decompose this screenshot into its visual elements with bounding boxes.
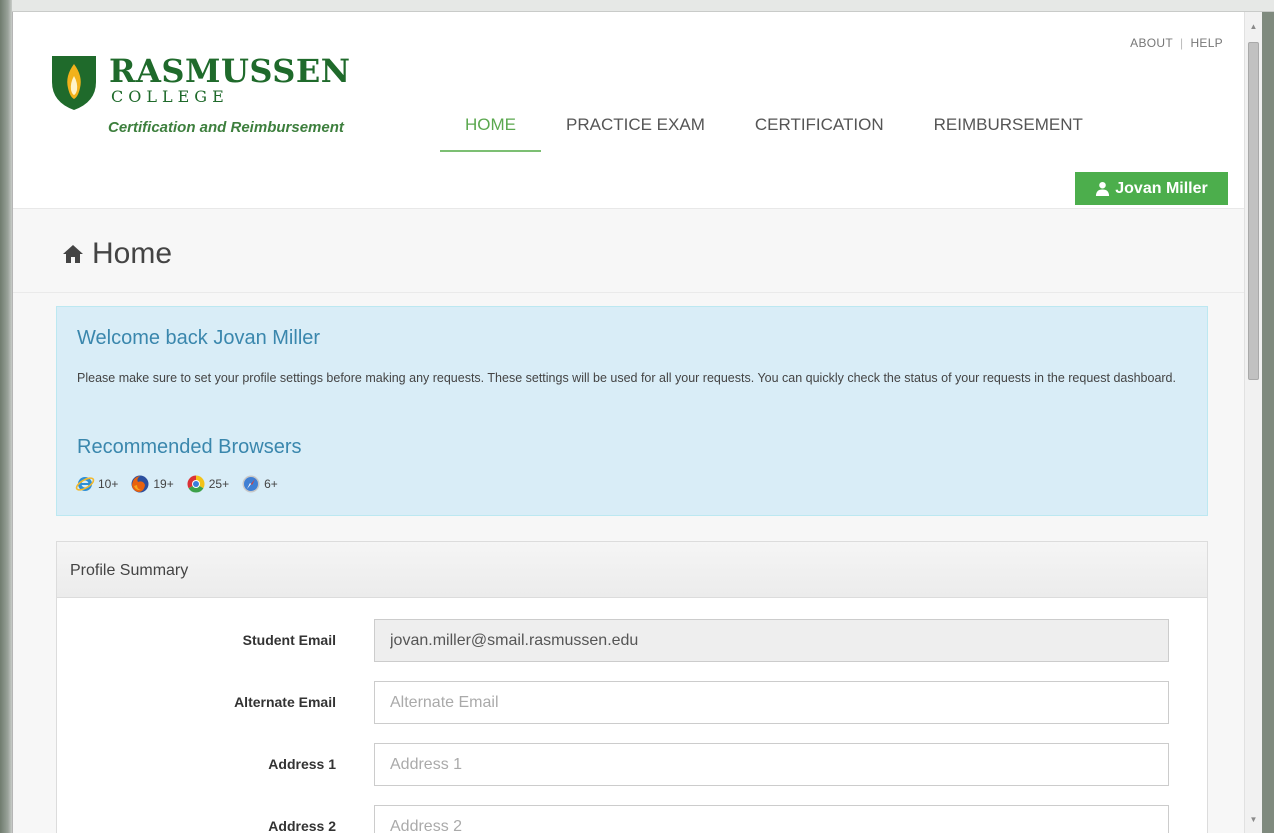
user-menu-button[interactable]: Jovan Miller bbox=[1075, 172, 1228, 205]
browser-frame-top bbox=[0, 0, 1274, 12]
student-email-label: Student Email bbox=[242, 632, 336, 648]
ie-version: 10+ bbox=[98, 477, 119, 491]
user-icon bbox=[1096, 181, 1110, 196]
internet-explorer-icon bbox=[75, 477, 95, 491]
scrollbar-thumb[interactable] bbox=[1248, 42, 1259, 380]
logo-subtext: COLLEGE bbox=[111, 87, 229, 106]
vertical-scrollbar[interactable]: ▲ ▼ bbox=[1244, 12, 1262, 833]
recommended-browsers-heading: Recommended Browsers bbox=[77, 436, 302, 458]
firefox-icon bbox=[131, 475, 149, 493]
browser-frame-left bbox=[0, 0, 12, 833]
form-row-student-email: Student Email bbox=[57, 619, 1207, 663]
form-row-alternate-email: Alternate Email bbox=[57, 681, 1207, 725]
link-separator: | bbox=[1180, 36, 1184, 50]
address-1-field[interactable] bbox=[374, 743, 1169, 786]
safari-version: 6+ bbox=[264, 477, 278, 491]
rasmussen-shield-logo-icon[interactable] bbox=[49, 52, 99, 112]
chrome-version: 25+ bbox=[208, 477, 230, 491]
panel-heading: Profile Summary bbox=[57, 542, 1207, 598]
nav-certification[interactable]: CERTIFICATION bbox=[730, 110, 909, 152]
page-title: Home bbox=[92, 237, 173, 270]
safari-icon bbox=[242, 475, 260, 493]
browser-item-ie: 10+ bbox=[75, 474, 118, 494]
chrome-icon bbox=[187, 475, 205, 493]
form-row-address-2: Address 2 bbox=[57, 805, 1207, 833]
page: ABOUT | HELP RASMUSSEN COLLEGE Certificati… bbox=[13, 12, 1245, 833]
address-2-field[interactable] bbox=[374, 805, 1169, 833]
nav-reimbursement[interactable]: REIMBURSEMENT bbox=[909, 110, 1108, 152]
form-row-address-1: Address 1 bbox=[57, 743, 1207, 787]
browser-viewport: ABOUT | HELP RASMUSSEN COLLEGE Certificati… bbox=[12, 12, 1262, 833]
alternate-email-label: Alternate Email bbox=[234, 694, 336, 710]
page-title-bar: Home bbox=[13, 208, 1245, 293]
firefox-version: 19+ bbox=[153, 477, 174, 491]
welcome-message: Please make sure to set your profile set… bbox=[77, 371, 1176, 385]
browser-list: 10+ 19+ 25+ 6+ bbox=[75, 474, 290, 494]
student-email-field[interactable] bbox=[374, 619, 1169, 662]
profile-summary-panel: Profile Summary Student Email Alternate … bbox=[56, 541, 1208, 833]
utility-links: ABOUT | HELP bbox=[1130, 36, 1223, 50]
home-icon bbox=[63, 245, 83, 263]
scroll-down-arrow-icon[interactable]: ▼ bbox=[1245, 811, 1262, 829]
about-link[interactable]: ABOUT bbox=[1130, 36, 1173, 50]
nav-home[interactable]: HOME bbox=[440, 110, 541, 152]
main-nav: HOME PRACTICE EXAM CERTIFICATION REIMBUR… bbox=[440, 110, 1108, 154]
welcome-heading: Welcome back Jovan Miller bbox=[77, 327, 321, 349]
browser-item-safari: 6+ bbox=[241, 474, 278, 494]
site-tagline: Certification and Reimbursement bbox=[108, 119, 344, 136]
user-name: Jovan Miller bbox=[1115, 179, 1208, 197]
browser-item-chrome: 25+ bbox=[186, 474, 229, 494]
scroll-up-arrow-icon[interactable]: ▲ bbox=[1245, 18, 1262, 36]
alternate-email-field[interactable] bbox=[374, 681, 1169, 724]
address-1-label: Address 1 bbox=[268, 756, 336, 772]
welcome-alert: Welcome back Jovan Miller Please make su… bbox=[56, 306, 1208, 516]
address-2-label: Address 2 bbox=[268, 818, 336, 833]
help-link[interactable]: HELP bbox=[1190, 36, 1223, 50]
site-header: ABOUT | HELP RASMUSSEN COLLEGE Certificati… bbox=[13, 12, 1245, 208]
nav-practice-exam[interactable]: PRACTICE EXAM bbox=[541, 110, 730, 152]
browser-item-firefox: 19+ bbox=[130, 474, 174, 494]
logo-wordmark: RASMUSSEN bbox=[109, 52, 351, 90]
